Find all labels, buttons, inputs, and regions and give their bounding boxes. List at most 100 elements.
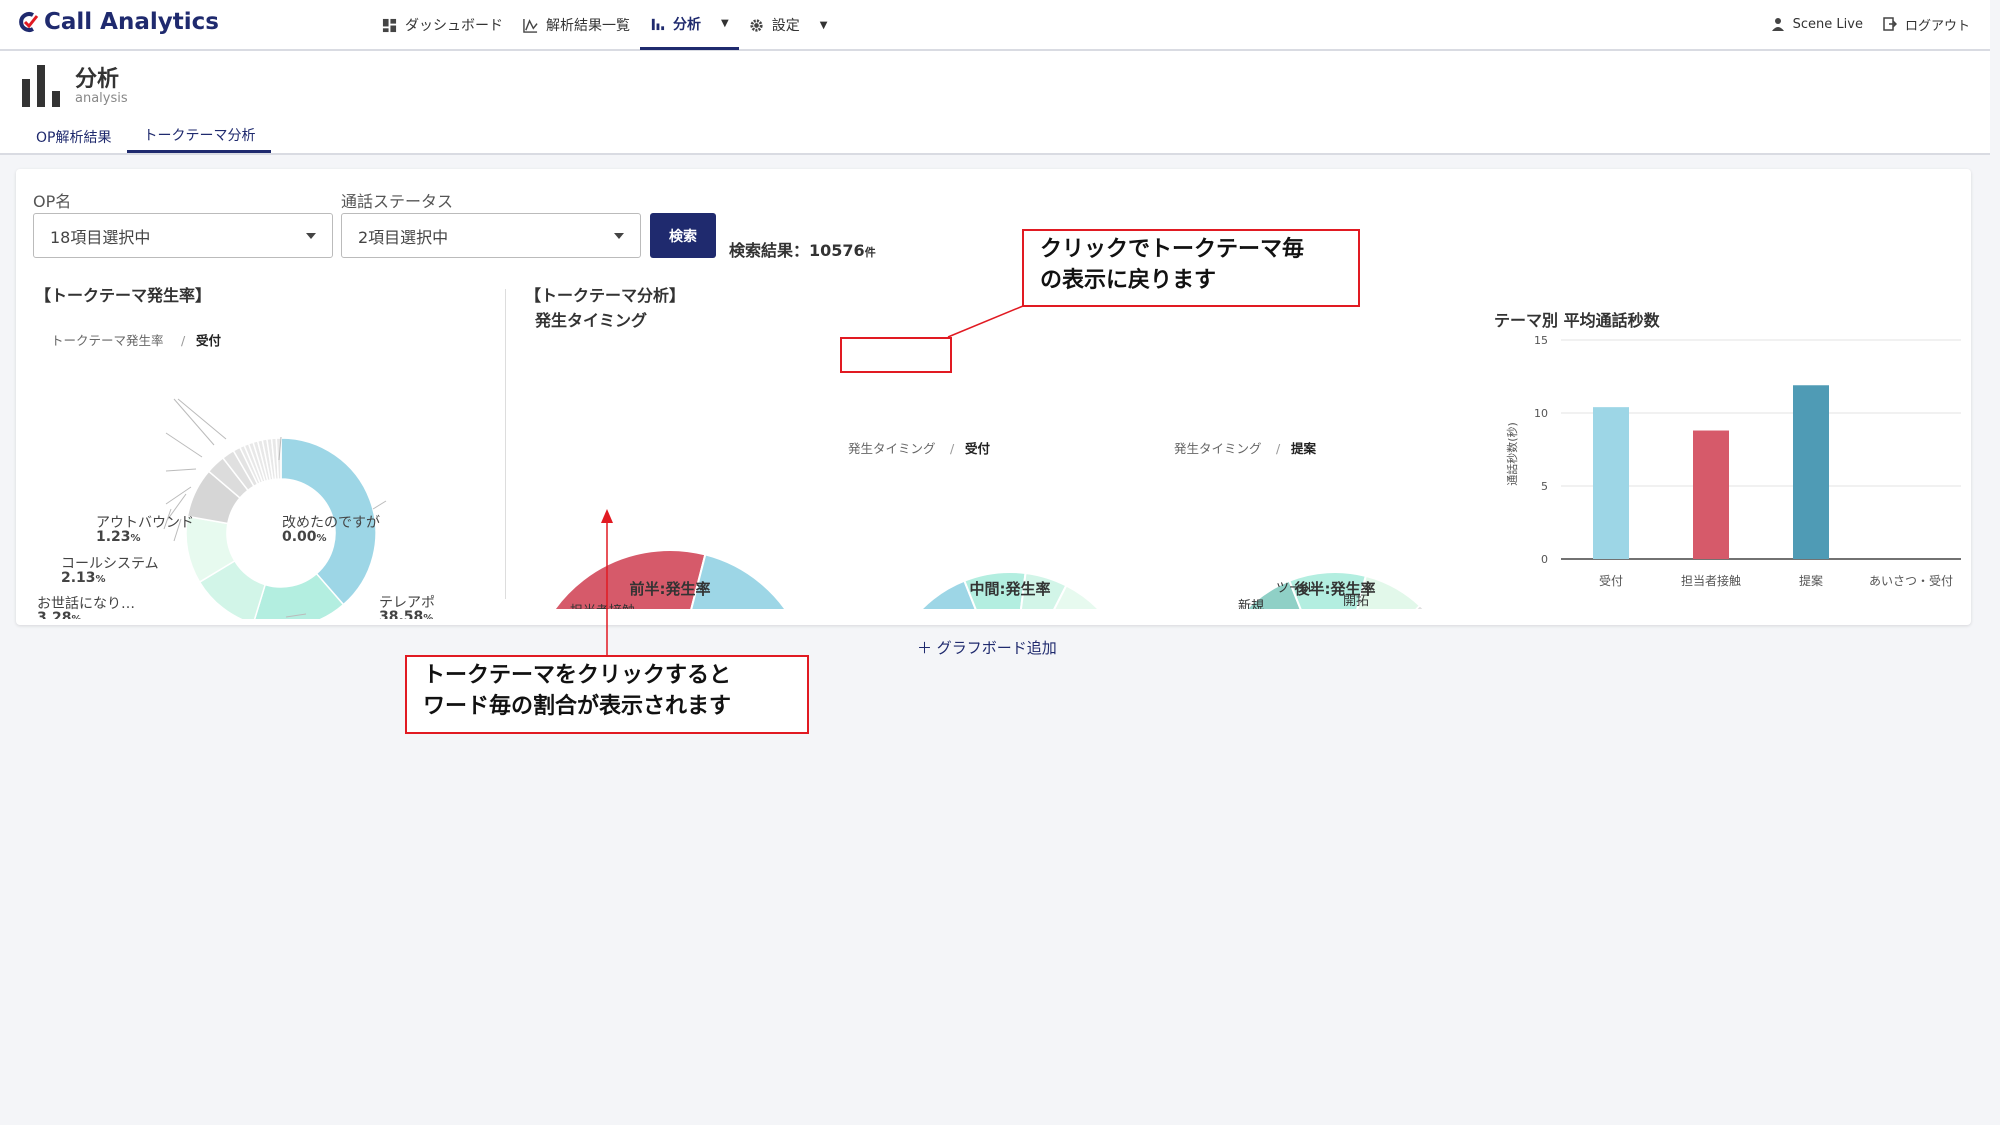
leader-line	[173, 398, 215, 446]
tab-op-results[interactable]: OP解析結果	[20, 120, 127, 153]
bar-x-labels: 受付 担当者接触 提案 あいさつ・受付	[1599, 573, 1953, 588]
op-select[interactable]: 18項目選択中	[33, 213, 333, 258]
main-nav: ダッシュボード 解析結果一覧 分析 ▼ 設定 ▼	[372, 0, 837, 50]
late-breadcrumb-current: 提案	[1291, 441, 1317, 456]
bar-ylabel: 通話秒数(秒)	[1505, 422, 1519, 486]
donut-label-unit: %	[131, 533, 141, 544]
theme-rate-donut: トークテーマ発生率 / 受付 アウトバウンド1.23%コールシステム2.13%お…	[37, 333, 435, 619]
donut-breadcrumb-current: 受付	[196, 333, 222, 348]
page-header: 分析 analysis OP解析結果 トークテーマ分析	[0, 51, 1990, 155]
half-slice-label: 新規	[1238, 598, 1264, 609]
callout-bottom-line2: ワード毎の割合が表示されます	[423, 694, 732, 719]
breadcrumb-separator: /	[181, 333, 186, 348]
tab-talk-theme[interactable]: トークテーマ分析	[127, 120, 272, 153]
rate-section-title: 【トークテーマ発生率】	[35, 286, 212, 305]
logo-text: Call Analytics	[44, 9, 219, 35]
user-name: Scene Live	[1792, 16, 1863, 32]
gear-icon	[750, 18, 763, 32]
half1-title: 中間:発生率	[970, 580, 1051, 598]
user-area: Scene Live ログアウト	[1771, 0, 1970, 48]
x-tick-label: あいさつ・受付	[1869, 574, 1953, 588]
x-tick-label: 受付	[1599, 574, 1623, 588]
leader-line	[165, 432, 203, 458]
page-subtitle: analysis	[75, 91, 128, 106]
callout-top-line1: クリックでトークテーマ毎	[1040, 237, 1305, 262]
op-select-value: 18項目選択中	[50, 227, 151, 247]
bar-chart-icon	[651, 18, 665, 31]
y-tick-label: 15	[1534, 334, 1548, 347]
page-tabs: OP解析結果 トークテーマ分析	[20, 120, 272, 153]
analysis-card: OP名 18項目選択中 通話ステータス 2項目選択中 検索 検索結果：10576…	[16, 169, 1971, 625]
x-tick-label: 提案	[1799, 573, 1823, 588]
avg-section-title: テーマ別 平均通話秒数	[1494, 311, 1660, 330]
status-select[interactable]: 2項目選択中	[341, 213, 641, 258]
donut-label-unit: %	[96, 574, 106, 585]
dropdown-arrow-icon	[614, 233, 624, 239]
nav-settings[interactable]: 設定 ▼	[739, 0, 838, 50]
dropdown-arrow-icon	[306, 233, 316, 239]
middle-breadcrumb-root[interactable]: 発生タイミング	[848, 441, 936, 456]
search-button[interactable]: 検索	[650, 213, 716, 258]
donut-label-pct: 2.13%	[61, 570, 106, 586]
half2-title: 後半:発生率	[1294, 580, 1376, 598]
bars	[1593, 385, 1829, 559]
result-count: 10576	[809, 241, 865, 260]
status-select-value: 2項目選択中	[358, 227, 449, 247]
add-graph-board-button[interactable]: ＋ グラフボード追加	[917, 637, 1057, 658]
page-title: 分析	[75, 67, 120, 92]
y-tick-label: 0	[1541, 553, 1548, 566]
donut-label-unit: %	[317, 533, 327, 544]
bar[interactable]	[1593, 407, 1629, 559]
avg-call-seconds-chart: 0 5 10 15 通話秒数(秒) 受付 担当者接触 提案 あいさつ・受付	[1505, 334, 1961, 588]
donut-breadcrumb-root[interactable]: トークテーマ発生率	[51, 333, 164, 348]
callout-top: クリックでトークテーマ毎 の表示に戻ります	[1022, 229, 1360, 307]
bar[interactable]	[1793, 385, 1829, 559]
nav-dashboard-label: ダッシュボード	[405, 18, 503, 34]
leader-line	[177, 398, 227, 440]
second-half-rate-chart: 発生タイミング / 提案 ちな…新規ツール開拓 後半:発生率	[1174, 441, 1425, 609]
result-unit: 件	[864, 246, 876, 259]
chevron-down-icon[interactable]: ▼	[820, 20, 828, 31]
bar[interactable]	[1693, 430, 1729, 559]
nav-analysis[interactable]: 分析 ▼	[640, 0, 739, 50]
logo-icon	[19, 12, 39, 32]
nav-dashboard[interactable]: ダッシュボード	[372, 0, 513, 50]
dashboard-icon	[382, 18, 397, 32]
timing-section-title: 発生タイミング	[535, 311, 648, 330]
op-label: OP名	[33, 192, 72, 211]
user-icon	[1771, 18, 1784, 31]
donut-label-unit: %	[423, 613, 433, 619]
line-chart-icon	[523, 18, 538, 33]
logout-label: ログアウト	[1904, 18, 1970, 34]
chevron-down-icon[interactable]: ▼	[721, 18, 729, 29]
breadcrumb-separator: /	[950, 441, 955, 456]
nav-results-list[interactable]: 解析結果一覧	[513, 0, 640, 50]
status-label: 通話ステータス	[341, 192, 454, 211]
nav-settings-label: 設定	[771, 18, 800, 34]
x-tick-label: 担当者接触	[1681, 573, 1741, 588]
result-label: 検索結果：	[729, 241, 810, 260]
y-tick-label: 10	[1534, 407, 1548, 420]
middle-rate-chart: 発生タイミング / 受付 テレアポ 中間:発生率	[848, 441, 1100, 609]
app-logo[interactable]: Call Analytics	[16, 9, 219, 35]
user-menu[interactable]: Scene Live	[1771, 17, 1863, 32]
half0-title: 前半:発生率	[630, 580, 711, 598]
leader-line	[165, 486, 192, 505]
analysis-section-title: 【トークテーマ分析】	[525, 286, 686, 305]
donut-label-pct: 1.23%	[96, 529, 141, 545]
late-breadcrumb-root[interactable]: 発生タイミング	[1174, 441, 1262, 456]
logout-button[interactable]: ログアウト	[1883, 15, 1970, 34]
leader-line	[165, 468, 197, 472]
leader-line	[372, 500, 387, 510]
top-navbar: Call Analytics ダッシュボード 解析結果一覧 分析 ▼ 設定 ▼ …	[0, 0, 1990, 51]
breadcrumb-highlight-box	[840, 337, 952, 373]
analysis-icon	[22, 65, 60, 107]
callout-bottom-line1: トークテーマをクリックすると	[423, 663, 732, 688]
breadcrumb-separator: /	[1276, 441, 1281, 456]
callout-top-line2: の表示に戻ります	[1040, 268, 1217, 293]
middle-breadcrumb-current: 受付	[965, 441, 991, 456]
y-tick-label: 5	[1541, 480, 1548, 493]
search-result: 検索結果：10576件	[729, 237, 876, 261]
nav-results-label: 解析結果一覧	[546, 18, 630, 34]
callout-bottom: トークテーマをクリックすると ワード毎の割合が表示されます	[405, 655, 809, 734]
